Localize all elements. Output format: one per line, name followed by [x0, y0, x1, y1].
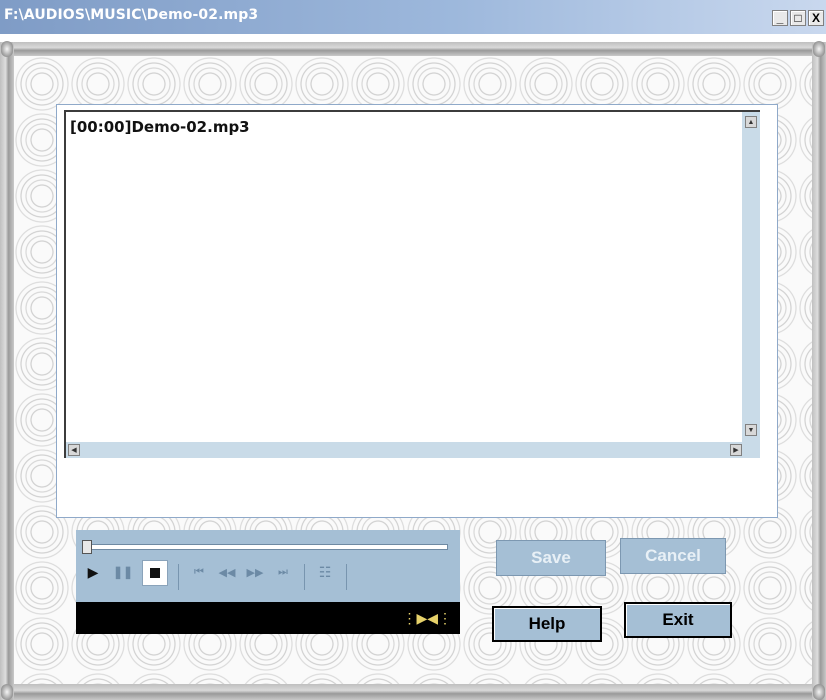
frame-bolt [813, 41, 825, 57]
help-button[interactable]: Help [492, 606, 602, 642]
stop-button[interactable] [142, 560, 168, 586]
previous-track-icon[interactable]: ⏮ [188, 562, 210, 582]
play-icon[interactable]: ▶ [84, 562, 102, 582]
scroll-right-arrow-icon[interactable]: ▶ [730, 444, 742, 456]
close-button[interactable]: X [808, 10, 824, 26]
status-indicator-icon: ⋮▶◀⋮ [402, 610, 452, 626]
pause-icon[interactable]: ❚❚ [113, 562, 133, 582]
toolbar-separator [346, 564, 347, 590]
frame-bolt [1, 41, 13, 57]
cancel-button[interactable]: Cancel [620, 538, 726, 574]
scroll-up-arrow-icon[interactable]: ▲ [745, 116, 757, 128]
frame-left-rail [0, 42, 14, 700]
save-button[interactable]: Save [496, 540, 606, 576]
playlist-icon[interactable]: ☷ [314, 562, 336, 582]
next-track-icon[interactable]: ⏭ [272, 562, 294, 582]
horizontal-scrollbar[interactable]: ◀ ▶ [66, 442, 744, 458]
frame-bottom-rail [0, 684, 826, 700]
window-controls: _ □ X [772, 10, 824, 26]
maximize-button[interactable]: □ [790, 10, 806, 26]
rewind-icon[interactable]: ◀◀ [216, 562, 238, 582]
vertical-scrollbar[interactable]: ▲ ▼ [742, 112, 760, 456]
toolbar-separator [178, 564, 179, 590]
title-bar[interactable]: F:\AUDIOS\MUSIC\Demo-02.mp3 _ □ X [0, 0, 826, 34]
stop-icon [150, 568, 160, 578]
media-player: ▶ ❚❚ ⏮ ◀◀ ▶▶ ⏭ ☷ ⋮▶◀⋮ [76, 530, 460, 634]
frame-bolt [1, 684, 13, 700]
exit-button[interactable]: Exit [624, 602, 732, 638]
seek-bar[interactable] [86, 544, 448, 550]
lyrics-text-area[interactable]: [00:00]Demo-02.mp3 ▲ ▼ ◀ ▶ [64, 110, 760, 458]
scroll-left-arrow-icon[interactable]: ◀ [68, 444, 80, 456]
window-title: F:\AUDIOS\MUSIC\Demo-02.mp3 [4, 7, 259, 23]
lyrics-line: [00:00]Demo-02.mp3 [70, 118, 250, 136]
frame-right-rail [812, 42, 826, 700]
toolbar-separator [304, 564, 305, 590]
frame-top-rail [0, 42, 826, 56]
frame-bolt [813, 684, 825, 700]
scroll-down-arrow-icon[interactable]: ▼ [745, 424, 757, 436]
seek-thumb[interactable] [82, 540, 92, 554]
scrollbar-corner [742, 442, 760, 458]
minimize-button[interactable]: _ [772, 10, 788, 26]
player-status-bar: ⋮▶◀⋮ [76, 602, 460, 634]
fast-forward-icon[interactable]: ▶▶ [244, 562, 266, 582]
